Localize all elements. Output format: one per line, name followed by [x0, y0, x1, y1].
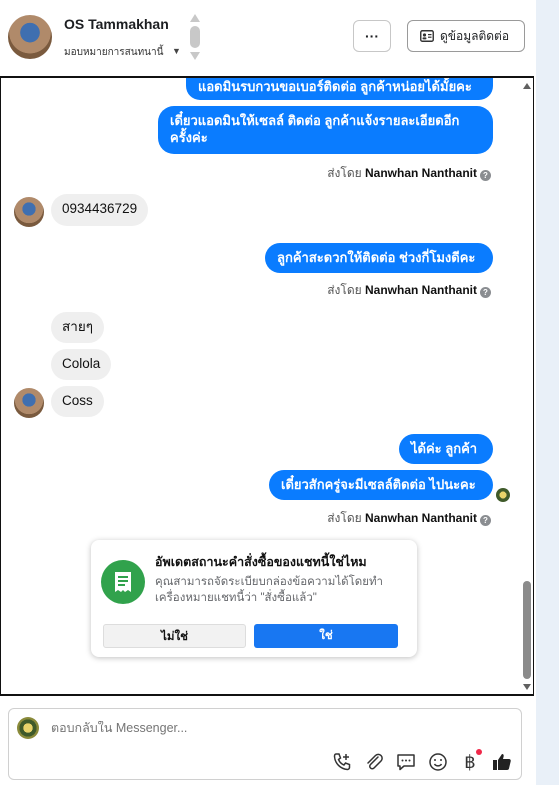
scroll-down-arrow[interactable]: [523, 684, 531, 690]
thumbs-up-icon[interactable]: [491, 751, 513, 773]
prompt-title: อัพเดตสถานะคำสั่งซื้อของแชทนี้ใช่ไหม: [155, 555, 367, 569]
scrollbar-thumb[interactable]: [523, 581, 531, 679]
saved-reply-icon[interactable]: [395, 751, 417, 773]
message-bubble-incoming: Coss: [51, 386, 104, 417]
message-bubble-outgoing: เดี๋ยวแอดมินให้เซลล์ ติดต่อ ลูกค้าแจ้งรา…: [158, 106, 493, 154]
info-icon[interactable]: ?: [480, 287, 491, 298]
reply-input[interactable]: [51, 721, 471, 735]
prompt-description: คุณสามารถจัดระเบียบกล่องข้อความได้โดยทำเ…: [155, 576, 384, 604]
contact-name[interactable]: OS Tammakhan: [64, 16, 169, 32]
scroll-up-arrow[interactable]: [523, 83, 531, 89]
contact-card-icon: [420, 30, 434, 42]
chat-thread[interactable]: แอดมินรบกวนขอเบอร์ติดต่อ ลูกค้าหน่อยได้ม…: [0, 76, 534, 696]
chat-header: OS Tammakhan มอบหมายการสนทนานี้ ▼ ··· ดู…: [0, 0, 536, 76]
message-bubble-outgoing: ได้ค่ะ ลูกค้า: [399, 434, 493, 464]
notification-dot: [476, 749, 482, 755]
message-line: ครั้งค่ะ: [170, 130, 208, 145]
emoji-icon[interactable]: [427, 751, 449, 773]
add-call-icon[interactable]: [331, 751, 353, 773]
stepper-icon[interactable]: [188, 14, 202, 62]
side-panel-edge: [536, 0, 559, 785]
message-bubble-incoming: สายๆ: [51, 312, 104, 343]
info-icon[interactable]: ?: [480, 170, 491, 181]
sent-by-label: ส่งโดย Nanwhan Nanthanit?: [327, 164, 491, 183]
more-options-button[interactable]: ···: [353, 20, 391, 52]
no-button[interactable]: ไม่ใช่: [103, 624, 246, 648]
attach-icon[interactable]: [363, 751, 385, 773]
view-contact-info-label: ดูข้อมูลติดต่อ: [440, 29, 510, 43]
yes-button[interactable]: ใช่: [254, 624, 398, 648]
message-bubble-incoming: 0934436729: [51, 194, 149, 226]
page-avatar: [17, 717, 39, 739]
reply-composer: ฿: [8, 708, 522, 780]
order-status-prompt: อัพเดตสถานะคำสั่งซื้อของแชทนี้ใช่ไหม คุณ…: [91, 540, 417, 657]
chevron-down-icon[interactable]: ▼: [172, 46, 181, 56]
sent-by-label: ส่งโดย Nanwhan Nanthanit?: [327, 281, 491, 300]
message-line: เดี๋ยวแอดมินให้เซลล์ ติดต่อ ลูกค้าแจ้งรา…: [170, 113, 460, 128]
contact-avatar[interactable]: [8, 15, 52, 59]
message-bubble-outgoing: ลูกค้าสะดวกให้ติดต่อ ช่วงกี่โมงดีคะ: [265, 243, 493, 273]
message-bubble-outgoing: เดี๋ยวสักครู่จะมีเซลล์ติดต่อ ไปนะคะ: [269, 470, 493, 500]
order-receipt-icon: [101, 560, 145, 604]
sent-by-label: ส่งโดย Nanwhan Nanthanit?: [327, 509, 491, 528]
seen-avatar: [496, 488, 510, 502]
message-bubble-outgoing: แอดมินรบกวนขอเบอร์ติดต่อ ลูกค้าหน่อยได้ม…: [186, 78, 493, 100]
view-contact-info-button[interactable]: ดูข้อมูลติดต่อ: [407, 20, 525, 52]
contact-avatar-small: [14, 197, 44, 227]
message-bubble-incoming: Colola: [51, 349, 112, 380]
contact-avatar-small: [14, 388, 44, 418]
assign-conversation-label[interactable]: มอบหมายการสนทนานี้: [64, 45, 163, 60]
info-icon[interactable]: ?: [480, 515, 491, 526]
